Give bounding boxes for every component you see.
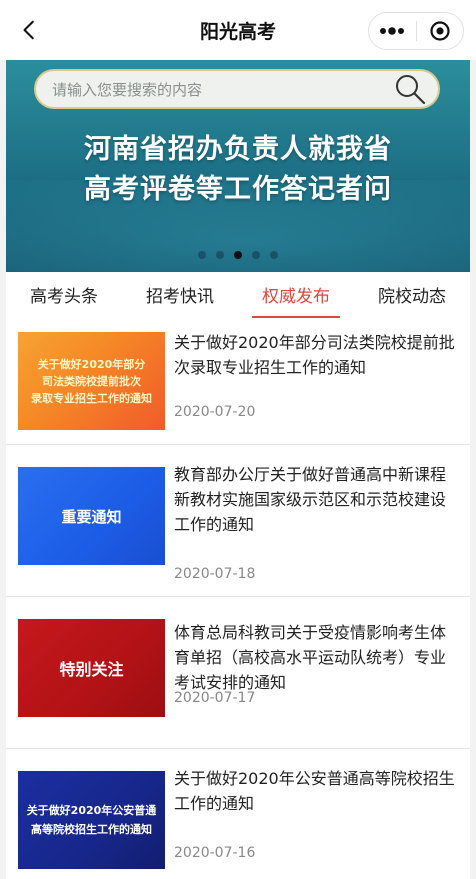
article-date: 2020-07-16: [174, 845, 256, 861]
thumbnail-text: 关于做好2020年部分: [37, 357, 146, 371]
article-date: 2020-07-20: [174, 404, 256, 420]
carousel-dot[interactable]: [234, 251, 242, 259]
article-title[interactable]: 体育总局科教司关于受疫情影响考生体育单招（高校高水平运动队统考）专业考试安排的通…: [174, 620, 458, 695]
more-button[interactable]: [369, 13, 416, 49]
mini-program-capsule: [368, 12, 464, 50]
article-thumbnail[interactable]: 重要通知: [18, 467, 165, 565]
article-thumbnail[interactable]: 特别关注: [18, 619, 165, 717]
headline-line: 河南省招办负责人就我省: [84, 134, 392, 165]
banner-headline[interactable]: 河南省招办负责人就我省 高考评卷等工作答记者问: [6, 130, 470, 210]
search-icon[interactable]: [390, 71, 430, 107]
tab-2[interactable]: 招考快讯: [122, 272, 238, 322]
list-item[interactable]: 特别关注 体育总局科教司关于受疫情影响考生体育单招（高校高水平运动队统考）专业考试…: [6, 597, 470, 749]
thumbnail-text: 录取专业招生工作的通知: [31, 391, 152, 405]
article-title[interactable]: 关于做好2020年公安普通高等院校招生工作的通知: [174, 766, 458, 816]
search-input[interactable]: 请输入您要搜索的内容: [52, 79, 390, 100]
target-icon: [430, 21, 450, 41]
carousel-indicators: [6, 251, 470, 259]
list-item[interactable]: 关于做好2020年部分 司法类院校提前批次 录取专业招生工作的通知 关于做好2020年…: [6, 322, 470, 445]
list-item[interactable]: 关于做好2020年公安普通 高等院校招生工作的通知 关于做好2020年公安普通高等院…: [6, 749, 470, 879]
list-item[interactable]: 重要通知 教育部办公厅关于做好普通高中新课程新教材实施国家级示范区和示范校建设工作…: [6, 445, 470, 597]
category-tabs: 高考头条 招考快讯 权威发布 院校动态: [6, 272, 470, 322]
thumbnail-text: 特别关注: [59, 660, 124, 679]
article-date: 2020-07-18: [174, 566, 256, 582]
article-title[interactable]: 教育部办公厅关于做好普通高中新课程新教材实施国家级示范区和示范校建设工作的通知: [174, 462, 458, 537]
article-title[interactable]: 关于做好2020年部分司法类院校提前批次录取专业招生工作的通知: [174, 330, 458, 380]
tab-1[interactable]: 高考头条: [6, 272, 122, 322]
carousel-dot[interactable]: [216, 251, 224, 259]
thumbnail-text: 司法类院校提前批次: [42, 374, 141, 388]
banner-carousel[interactable]: 请输入您要搜索的内容 河南省招办负责人就我省 高考评卷等工作答记者问: [6, 60, 470, 272]
search-bar[interactable]: 请输入您要搜索的内容: [34, 69, 440, 109]
thumbnail-text: 重要通知: [61, 507, 122, 526]
article-list: 关于做好2020年部分 司法类院校提前批次 录取专业招生工作的通知 关于做好2020年…: [6, 322, 470, 879]
article-thumbnail[interactable]: 关于做好2020年部分 司法类院校提前批次 录取专业招生工作的通知: [18, 332, 165, 430]
tab-3[interactable]: 权威发布: [238, 272, 354, 322]
nav-bar: 阳光高考: [0, 0, 476, 60]
article-thumbnail[interactable]: 关于做好2020年公安普通 高等院校招生工作的通知: [18, 771, 165, 869]
carousel-dot[interactable]: [198, 251, 206, 259]
thumbnail-text: 高等院校招生工作的通知: [31, 823, 152, 836]
carousel-dot[interactable]: [252, 251, 260, 259]
headline-line: 高考评卷等工作答记者问: [84, 174, 392, 205]
more-dots-icon: [380, 27, 405, 35]
article-date: 2020-07-17: [174, 690, 256, 706]
carousel-dot[interactable]: [270, 251, 278, 259]
tab-4[interactable]: 院校动态: [354, 272, 470, 322]
close-button[interactable]: [416, 13, 463, 49]
thumbnail-text: 关于做好2020年公安普通: [26, 804, 157, 817]
